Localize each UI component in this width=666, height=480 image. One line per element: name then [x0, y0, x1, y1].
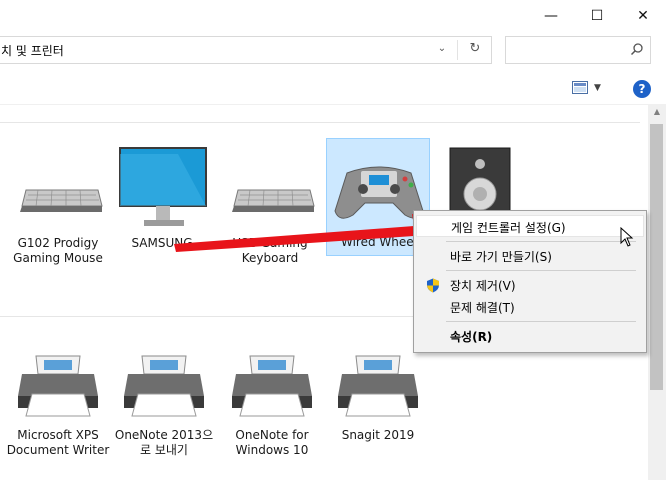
maximize-icon: ☐	[590, 8, 604, 24]
uac-shield-icon	[427, 278, 439, 293]
annotation-arrow	[174, 214, 446, 252]
command-bar: ▼	[0, 72, 666, 105]
menu-separator	[446, 270, 636, 271]
printer-label: Microsoft XPS Document Writer	[6, 428, 110, 457]
device-tile[interactable]: G102 Prodigy Gaming Mouse	[6, 140, 110, 265]
search-input[interactable]	[505, 36, 651, 64]
printer-label: OneNote for Windows 10	[235, 428, 309, 457]
printer-tile[interactable]: Snagit 2019	[326, 340, 430, 458]
context-menu: 게임 컨트롤러 설정(G) 바로 가기 만들기(S) 장치 제거(V) 문제 해…	[413, 210, 647, 353]
chevron-down-icon[interactable]: ⌄	[435, 43, 449, 57]
printer-icon	[18, 355, 98, 417]
printer-tile[interactable]: Microsoft XPS Document Writer	[6, 340, 110, 458]
menu-item-remove-device[interactable]: 장치 제거(V)	[416, 274, 644, 296]
menu-item-label: 장치 제거(V)	[450, 279, 516, 293]
title-bar: — ☐ ✕	[0, 0, 666, 32]
menu-item-game-controller-settings[interactable]: 게임 컨트롤러 설정(G)	[416, 215, 644, 237]
printer-icon	[232, 355, 312, 417]
keyboard-icon	[20, 189, 103, 212]
printer-icon	[338, 355, 418, 417]
minimize-button[interactable]: —	[528, 0, 574, 32]
menu-item-label: 문제 해결(T)	[450, 301, 515, 315]
minimize-icon: —	[544, 8, 558, 24]
search-icon	[630, 43, 643, 56]
close-button[interactable]: ✕	[620, 0, 666, 32]
menu-item-properties[interactable]: 속성(R)	[416, 325, 644, 347]
cursor-icon	[620, 227, 634, 247]
printer-tile[interactable]: OneNote 2013으로 보내기	[112, 340, 216, 458]
menu-separator	[446, 321, 636, 322]
printer-tile[interactable]: OneNote for Windows 10	[220, 340, 324, 458]
scroll-thumb[interactable]	[650, 124, 663, 390]
scroll-up-icon[interactable]: ▲	[648, 104, 666, 120]
printer-label: OneNote 2013으로 보내기	[114, 428, 214, 457]
menu-item-label: 바로 가기 만들기(S)	[450, 250, 552, 264]
printer-label: Snagit 2019	[341, 428, 415, 442]
close-icon: ✕	[637, 8, 649, 24]
menu-item-label: 속성(R)	[450, 330, 493, 344]
section-divider	[0, 122, 640, 123]
device-label: G102 Prodigy Gaming Mouse	[13, 236, 103, 265]
vertical-scrollbar[interactable]: ▲	[648, 104, 666, 480]
maximize-button[interactable]: ☐	[574, 0, 620, 32]
menu-item-troubleshoot[interactable]: 문제 해결(T)	[416, 296, 644, 318]
help-icon[interactable]: ?	[633, 80, 651, 98]
menu-item-label: 게임 컨트롤러 설정(G)	[451, 221, 566, 235]
divider	[457, 40, 458, 60]
refresh-icon[interactable]: ↻	[465, 41, 485, 59]
view-options-icon[interactable]	[572, 81, 588, 94]
menu-separator	[446, 241, 636, 242]
menu-item-create-shortcut[interactable]: 바로 가기 만들기(S)	[416, 245, 644, 267]
printer-icon	[124, 355, 204, 417]
address-path: 치 및 프린터	[1, 44, 64, 58]
view-dropdown-icon[interactable]: ▼	[594, 83, 601, 93]
address-bar[interactable]: 치 및 프린터 ⌄ ↻	[0, 36, 492, 64]
